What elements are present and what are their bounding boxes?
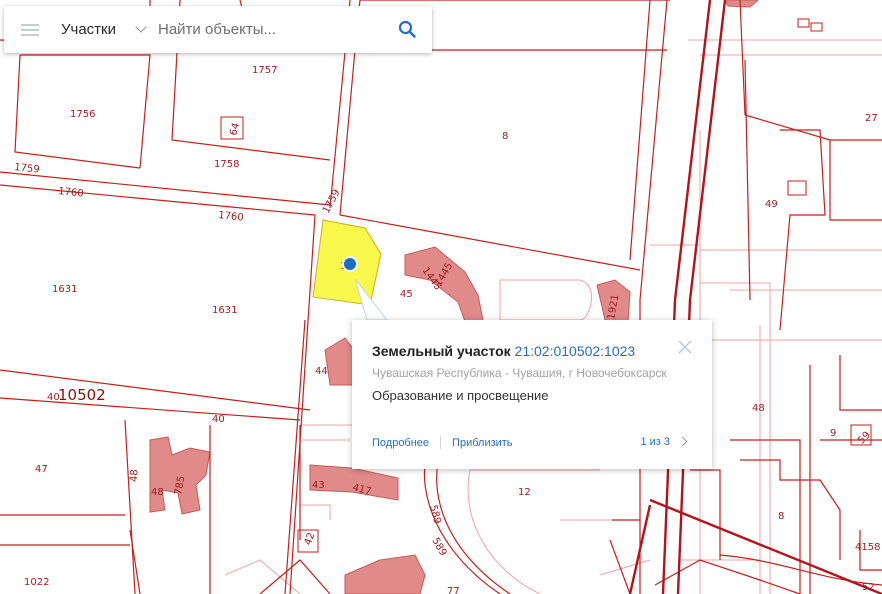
parcel-label: 1022	[24, 577, 49, 588]
layer-selector[interactable]: Участки	[61, 21, 147, 38]
parcel-label: 1757	[252, 65, 277, 76]
parcel-label: 1756	[70, 109, 95, 120]
building	[404, 246, 486, 331]
parcel-label: 1631	[212, 305, 237, 316]
parcel-label: 47	[35, 464, 48, 475]
parcel-label: 10502	[58, 386, 106, 404]
parcel-label: 42	[303, 531, 318, 547]
parcel-info-popup: Земельный участок 21:02:010502:1023 Чува…	[352, 320, 712, 469]
parcel-label: 4158	[855, 542, 880, 553]
parcel-label: 45	[400, 289, 413, 300]
zoom-in-link[interactable]: Приблизить	[452, 437, 513, 449]
parcel-label: 52	[862, 582, 875, 593]
parcel-label: 1758	[214, 159, 239, 170]
details-link[interactable]: Подробнее	[372, 437, 429, 449]
search-icon[interactable]	[398, 20, 416, 38]
building	[149, 436, 211, 515]
parcel-label: 77	[447, 586, 460, 594]
cadastral-number[interactable]: 21:02:010502:1023	[515, 343, 636, 359]
search-bar: Участки	[4, 6, 432, 53]
chevron-down-icon	[135, 21, 147, 33]
location-marker[interactable]	[342, 256, 358, 272]
parcel-label: 43	[312, 480, 325, 491]
parcel-label: 1631	[52, 284, 77, 295]
menu-icon[interactable]	[21, 23, 39, 36]
building	[724, 0, 759, 8]
parcel-label: 8	[502, 131, 508, 142]
parcel-label: 40	[47, 392, 60, 403]
parcel-boundaries	[0, 0, 882, 594]
divider	[440, 436, 442, 449]
popup-actions: Подробнее Приблизить	[372, 436, 513, 449]
popup-title: Земельный участок 21:02:010502:1023	[372, 343, 635, 359]
building	[344, 554, 426, 594]
parcel-label: 1759	[321, 188, 343, 216]
cadastral-map[interactable]: 1757 1756 1758 64 1759 1760 1760 1759 8 …	[0, 0, 882, 594]
parcel-label: 9	[830, 428, 836, 439]
close-icon[interactable]	[678, 340, 692, 354]
main-road-lines	[628, 0, 882, 594]
result-pager: 1 из 3	[640, 436, 670, 448]
popup-address: Чувашская Республика - Чувашия, г Новоче…	[372, 366, 667, 380]
parcel-label: 1760	[218, 210, 244, 224]
parcel-label: 27	[865, 113, 878, 124]
parcel-label: 48	[129, 469, 140, 482]
parcel-label: 49	[765, 199, 778, 210]
chevron-right-icon[interactable]	[677, 436, 688, 447]
parcel-label: 48	[752, 403, 765, 414]
parcel-label: 12	[518, 487, 531, 498]
parcel-label: 1760	[58, 186, 84, 200]
parcel-label: 8	[778, 511, 784, 522]
popup-object-type: Земельный участок	[372, 343, 511, 359]
parcel-label: 64	[228, 122, 242, 137]
layer-selector-label: Участки	[61, 21, 116, 38]
parcel-label: 44	[315, 366, 328, 377]
popup-land-use: Образование и просвещение	[372, 388, 549, 403]
parcel-label: 59	[856, 430, 873, 447]
popup-pointer	[355, 279, 389, 321]
parcel-label: 40	[212, 414, 225, 425]
search-input[interactable]	[156, 20, 375, 39]
parcel-label: 48	[151, 487, 164, 498]
